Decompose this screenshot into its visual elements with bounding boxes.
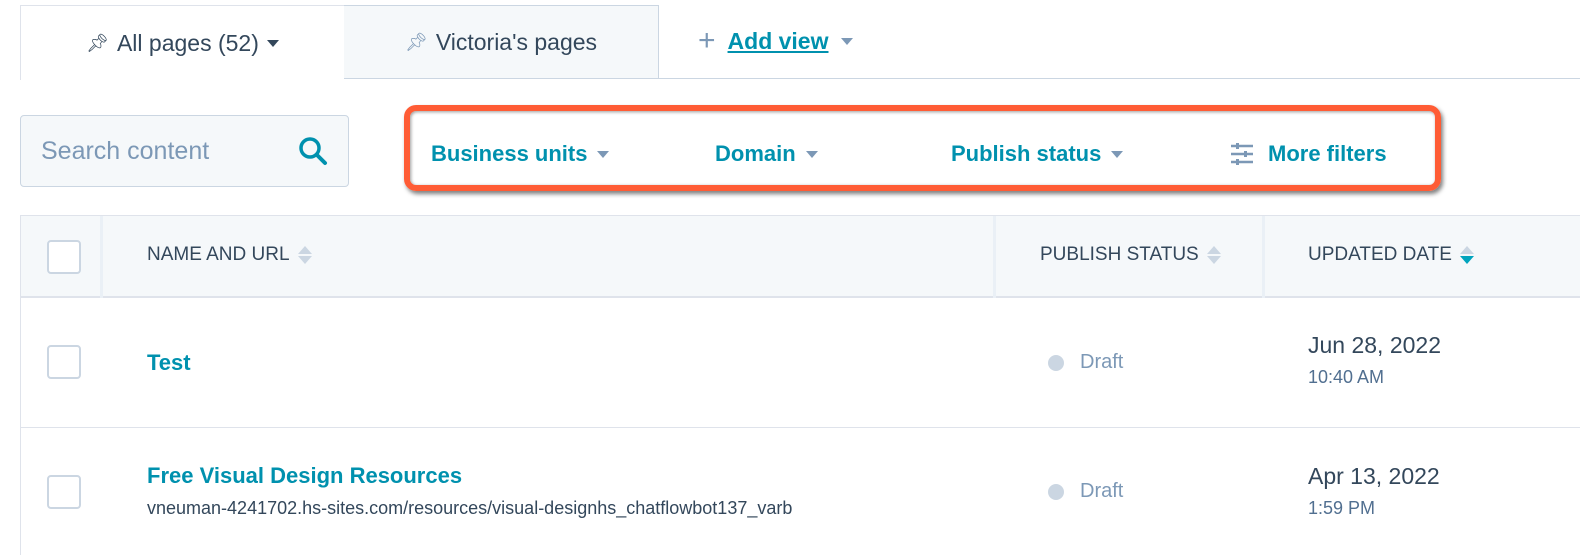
column-header-name[interactable]: NAME AND URL xyxy=(147,244,312,266)
column-header-status[interactable]: PUBLISH STATUS xyxy=(1040,244,1221,266)
column-header-updated[interactable]: UPDATED DATE xyxy=(1308,244,1474,266)
sort-icon xyxy=(1206,246,1221,264)
status-badge: Draft xyxy=(1048,351,1123,374)
filter-label: Domain xyxy=(715,141,796,166)
caret-down-icon[interactable] xyxy=(840,37,853,45)
sliders-icon xyxy=(1231,143,1253,165)
search-input[interactable] xyxy=(41,136,271,166)
pages-table: NAME AND URL PUBLISH STATUS UPDATED DATE… xyxy=(20,215,1580,555)
sort-desc-icon xyxy=(1459,246,1474,264)
table-header: NAME AND URL PUBLISH STATUS UPDATED DATE xyxy=(21,216,1580,298)
column-label: NAME AND URL xyxy=(147,244,290,265)
sort-icon xyxy=(297,246,312,264)
filter-label: Publish status xyxy=(951,141,1102,166)
updated-time: 10:40 AM xyxy=(1308,367,1385,387)
column-divider[interactable] xyxy=(1262,216,1265,298)
more-filters-button[interactable]: More filters xyxy=(1230,141,1387,167)
tab-victorias-pages[interactable]: 📌︎ Victoria's pages xyxy=(343,5,659,79)
tab-divider xyxy=(343,78,1580,79)
status-label: Draft xyxy=(1080,351,1124,373)
column-label: PUBLISH STATUS xyxy=(1040,244,1199,265)
search-box xyxy=(20,115,349,187)
row-checkbox[interactable] xyxy=(47,345,81,379)
filter-label: More filters xyxy=(1268,141,1387,166)
pin-icon: 📌︎ xyxy=(86,32,109,53)
status-dot-icon xyxy=(1048,483,1064,500)
updated-date: Jun 28, 2022 xyxy=(1308,332,1442,358)
status-dot-icon xyxy=(1048,354,1064,371)
status-badge: Draft xyxy=(1048,480,1123,503)
select-all-checkbox[interactable] xyxy=(47,240,81,274)
page-name-link[interactable]: Test xyxy=(147,350,191,376)
table-row: Free Visual Design Resources vneuman-424… xyxy=(21,428,1580,558)
filters-bar: Business units Domain Publish status Mor… xyxy=(404,105,1441,191)
updated-date: Apr 13, 2022 xyxy=(1308,463,1440,489)
add-view-button[interactable]: + Add view xyxy=(698,24,853,58)
status-label: Draft xyxy=(1080,480,1124,502)
publish-status-filter[interactable]: Publish status xyxy=(951,141,1124,167)
row-checkbox[interactable] xyxy=(47,475,81,509)
pin-icon: 📌︎ xyxy=(404,31,428,52)
column-label: UPDATED DATE xyxy=(1308,244,1452,265)
tab-label: Victoria's pages xyxy=(435,28,598,55)
tab-label: All pages (52) xyxy=(116,29,259,56)
updated-time: 1:59 PM xyxy=(1308,498,1376,518)
column-divider xyxy=(100,216,103,298)
plus-icon: + xyxy=(698,24,716,57)
table-row: Test Draft Jun 28, 2022 10:40 AM xyxy=(21,298,1580,428)
domain-filter[interactable]: Domain xyxy=(715,141,818,167)
search-icon[interactable] xyxy=(298,136,328,166)
column-divider[interactable] xyxy=(993,216,996,298)
add-view-label[interactable]: Add view xyxy=(728,28,829,55)
business-units-filter[interactable]: Business units xyxy=(431,141,610,167)
caret-down-icon xyxy=(805,150,818,158)
caret-down-icon xyxy=(1111,150,1124,158)
page-name-link[interactable]: Free Visual Design Resources xyxy=(147,463,462,489)
tab-all-pages[interactable]: 📌︎ All pages (52) xyxy=(20,5,344,80)
caret-down-icon xyxy=(597,150,610,158)
page-url: vneuman-4241702.hs-sites.com/resources/v… xyxy=(147,498,793,518)
caret-down-icon[interactable] xyxy=(266,39,279,47)
filter-label: Business units xyxy=(431,141,588,166)
